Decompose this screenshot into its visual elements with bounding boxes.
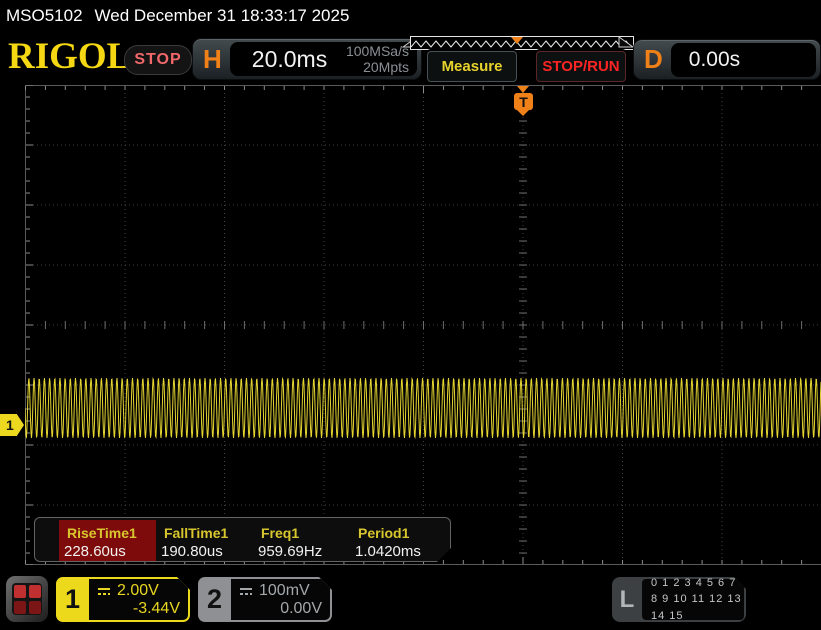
corner-notch-icon <box>618 36 634 48</box>
model-name: MSO5102 <box>6 6 83 25</box>
digital-channels-block[interactable]: L 0 1 2 3 4 5 6 7 8 9 10 11 12 13 14 15 <box>612 577 746 622</box>
digital-row1: 0 1 2 3 4 5 6 7 <box>651 576 737 589</box>
digital-label: L <box>619 585 635 613</box>
measurement-item-period[interactable]: Period1 1.0420ms <box>350 520 447 561</box>
channel1-scale: 2.00V <box>117 582 159 599</box>
channel1-block[interactable]: 1 2.00V -3.44V <box>56 577 190 622</box>
delay-value: 0.00s <box>688 47 741 71</box>
channel1-number: 1 <box>64 584 81 614</box>
channel2-number: 2 <box>206 584 223 614</box>
measurement-item-risetime[interactable]: RiseTime1 228.60us <box>59 520 156 561</box>
delay-settings-box[interactable]: D 0.00s <box>633 39 821 80</box>
trigger-position-indicator <box>511 37 523 44</box>
timebase-value: 20.0ms <box>251 45 328 72</box>
sample-rate: 100MSa/s <box>345 42 409 59</box>
waveform-ch1 <box>25 377 821 439</box>
horizontal-settings-box[interactable]: H 20.0ms 100MSa/s 20Mpts <box>192 38 422 80</box>
grid-icon <box>12 583 42 615</box>
stop-run-button[interactable]: STOP/RUN <box>536 51 626 82</box>
graticule <box>25 85 821 565</box>
rigol-logo: RIGOL <box>8 36 132 77</box>
trigger-top-triangle-icon <box>517 86 529 93</box>
trigger-marker[interactable]: T <box>514 93 533 116</box>
windows-menu-button[interactable] <box>6 576 48 622</box>
channel2-scale: 100mV <box>259 582 310 599</box>
digital-row2: 8 9 10 11 12 13 14 15 <box>651 593 742 622</box>
channel2-block[interactable]: 2 100mV 0.00V <box>198 577 332 622</box>
horizontal-label: H <box>203 43 222 74</box>
datetime: Wed December 31 18:33:17 2025 <box>94 6 350 25</box>
channel1-offset: -3.44V <box>132 600 180 617</box>
top-status-bar: MSO5102 Wed December 31 18:33:17 2025 <box>0 0 821 32</box>
memory-depth: 20Mpts <box>363 59 409 75</box>
channel2-offset: 0.00V <box>280 600 322 617</box>
dc-coupling-icon <box>96 586 112 597</box>
measurement-panel: RiseTime1 228.60us FallTime1 190.80us Fr… <box>34 517 451 562</box>
measure-button[interactable]: Measure <box>427 51 517 82</box>
measurement-item-falltime[interactable]: FallTime1 190.80us <box>156 520 253 561</box>
channel1-offset-marker[interactable]: 1 <box>0 414 24 436</box>
delay-label: D <box>644 44 663 74</box>
acquisition-status-badge: STOP <box>124 45 192 75</box>
dc-coupling-icon <box>238 586 254 597</box>
measurement-item-freq[interactable]: Freq1 959.69Hz <box>253 520 350 561</box>
